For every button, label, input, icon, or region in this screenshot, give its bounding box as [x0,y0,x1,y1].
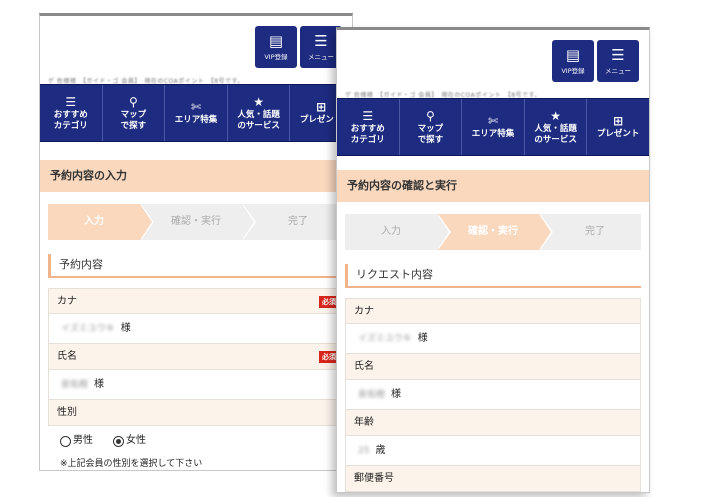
list-icon: ☰ [65,94,77,109]
reservation-confirm-screen: ▤ VIP登録 ☰ メニュー ゲ 佐様様 【ガイド・ゴ 会員】 現在のCOAポイ… [336,27,650,493]
reservation-input-screen: ▤ VIP登録 ☰ メニュー ゲ 佐様様 【ガイド・ゴ 会員】 現在のCOAポイ… [39,13,353,471]
menu-button[interactable]: ☰ メニュー [597,40,639,82]
global-nav: ☰ おすすめ カテゴリ ⚲ マップ で探す ✄ エリア特集 ★ 人気・話題 のサ… [337,98,649,156]
name-value: 泉佑樹 [61,379,89,390]
name-value-row: 泉佑樹 様 [345,380,641,410]
gift-icon: ⊞ [613,114,624,128]
header: ▤ VIP登録 ☰ メニュー ゲ 佐様様 【ガイド・ゴ 会員】 現在のCOAポイ… [337,30,649,99]
vip-register-button[interactable]: ▤ VIP登録 [552,40,594,82]
step-input: 入力 [345,214,451,250]
list-icon: ☰ [362,108,374,123]
kana-label-row: カナ 必須 [48,288,344,314]
nav-item-popular[interactable]: ★ 人気・話題 のサービス [525,99,588,155]
radio-off-icon [60,435,71,447]
hamburger-icon: ☰ [611,46,625,64]
step-confirm: 確認・実行 [140,204,256,240]
gift-icon: ⊞ [316,100,327,114]
nav-item-popular[interactable]: ★ 人気・話題 のサービス [228,85,291,141]
step-complete: 完了 [539,214,641,250]
kana-value-row: イズミユウキ 様 [48,314,344,344]
gender-note: ※上記会員の性別を選択して下さい [60,459,203,469]
nav-item-recommended[interactable]: ☰ おすすめ カテゴリ [40,85,103,141]
nav-item-area[interactable]: ✄ エリア特集 [165,85,228,141]
kana-label-row: カナ [345,298,641,324]
step-complete: 完了 [242,204,344,240]
kana-value: イズミユウキ [61,323,115,334]
member-info-blurred: ゲ 佐様様 【ガイド・ゴ 会員】 現在のCOAポイント 【8号です。 [345,92,541,99]
name-value-row: 泉佑樹 様 [48,370,344,400]
step-confirm: 確認・実行 [437,214,553,250]
global-nav: ☰ おすすめ カテゴリ ⚲ マップ で探す ✄ エリア特集 ★ 人気・話題 のサ… [40,84,352,142]
gender-female-radio[interactable]: 女性 [113,426,146,456]
star-icon: ★ [253,94,264,109]
document-icon: ▤ [268,32,284,50]
ticket-icon: ✄ [487,114,499,128]
kana-value-row: イズミユウキ 様 [345,324,641,354]
header: ▤ VIP登録 ☰ メニュー ゲ 佐様様 【ガイド・ゴ 会員】 現在のCOAポイ… [40,16,352,85]
name-value: 泉佑樹 [358,389,386,400]
kana-value: イズミユウキ [358,333,412,344]
map-pin-icon: ⚲ [128,94,138,109]
page-title: 予約内容の入力 [40,160,352,192]
postal-label-row: 郵便番号 [345,466,641,492]
section-heading: 予約内容 [48,254,344,278]
nav-item-area[interactable]: ✄ エリア特集 [462,99,525,155]
page-title: 予約内容の確認と実行 [337,170,649,202]
radio-on-icon [113,435,124,447]
star-icon: ★ [550,108,561,123]
member-info-blurred: ゲ 佐様様 【ガイド・ゴ 会員】 現在のCOAポイント 【8号です。 [48,78,244,85]
age-value-row: 25 歳 [345,436,641,466]
nav-item-present[interactable]: ⊞ プレゼント [587,99,649,155]
map-pin-icon: ⚲ [425,108,435,123]
request-details: カナ イズミユウキ 様 氏名 泉佑樹 様 年齢 25 歳 郵便番号 [345,298,641,492]
document-icon: ▤ [565,46,581,64]
name-label-row: 氏名 必須 [48,344,344,370]
gender-options: 男性 女性 [48,426,344,456]
progress-steps: 入力 確認・実行 完了 [48,204,344,240]
step-input: 入力 [48,204,154,240]
age-value: 25 [358,445,370,456]
nav-item-map[interactable]: ⚲ マップ で探す [400,99,463,155]
gender-male-radio[interactable]: 男性 [60,426,93,456]
name-label-row: 氏名 [345,354,641,380]
ticket-icon: ✄ [190,100,202,114]
nav-item-map[interactable]: ⚲ マップ で探す [103,85,166,141]
reservation-form: カナ 必須 イズミユウキ 様 氏名 必須 泉佑樹 様 性別 男性 女性 ※上記会… [48,288,344,469]
vip-register-button[interactable]: ▤ VIP登録 [255,26,297,68]
progress-steps: 入力 確認・実行 完了 [345,214,641,250]
section-heading: リクエスト内容 [345,264,641,288]
gender-label-row: 性別 [48,400,344,426]
age-label-row: 年齢 [345,410,641,436]
nav-item-recommended[interactable]: ☰ おすすめ カテゴリ [337,99,400,155]
